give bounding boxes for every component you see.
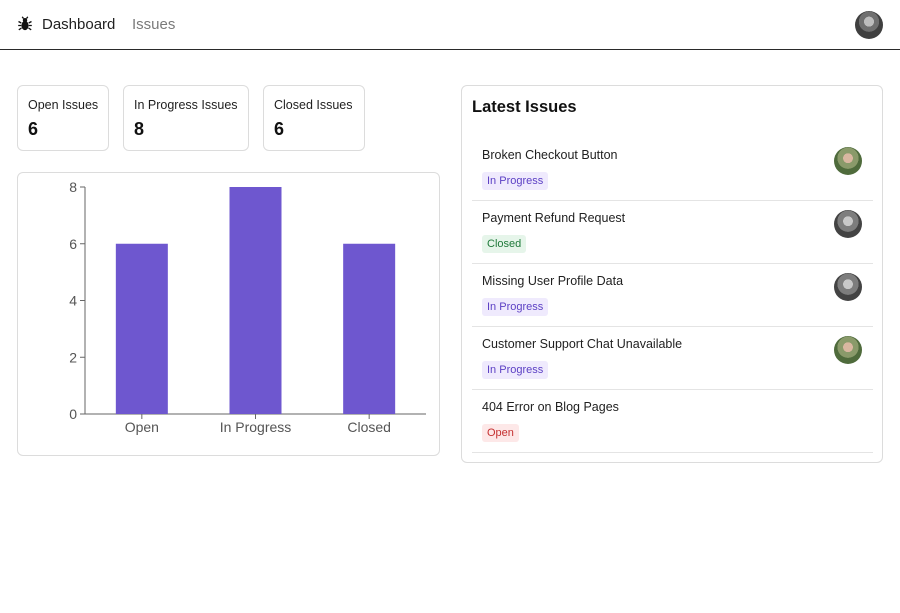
latest-issues-card: Latest Issues Broken Checkout Button In P… (461, 85, 883, 463)
top-navbar: Dashboard Issues (0, 0, 900, 50)
stat-label: Open Issues (28, 98, 99, 112)
status-badge: In Progress (482, 361, 549, 379)
y-tick-label: 6 (69, 236, 77, 252)
status-badge: In Progress (482, 172, 549, 190)
bar-in-progress (229, 187, 282, 414)
status-badge: Closed (482, 235, 527, 253)
stat-value: 6 (28, 119, 39, 139)
stat-label: In Progress Issues (134, 98, 238, 112)
assignee-avatar (834, 147, 862, 175)
status-badge: Open (482, 424, 519, 442)
issue-title-link[interactable]: Payment Refund Request (482, 211, 625, 225)
user-avatar[interactable] (855, 11, 883, 39)
stat-card-closed[interactable]: Closed Issues 6 (263, 85, 365, 151)
x-tick-label: Closed (347, 419, 391, 435)
x-tick-label: In Progress (220, 419, 292, 435)
stat-card-open[interactable]: Open Issues 6 (17, 85, 109, 151)
stat-label: Closed Issues (274, 98, 353, 112)
issues-bar-chart-card: 0 2 4 6 8 Open In Progress Closed (17, 172, 440, 456)
issue-row[interactable]: Missing User Profile Data In Progress (472, 264, 873, 327)
y-tick-label: 0 (69, 406, 77, 422)
status-badge: In Progress (482, 298, 549, 316)
issue-row[interactable]: Broken Checkout Button In Progress (472, 138, 873, 201)
stat-value: 6 (274, 119, 285, 139)
stat-card-in-progress[interactable]: In Progress Issues 8 (123, 85, 249, 151)
assignee-avatar (834, 336, 862, 364)
issue-title-link[interactable]: 404 Error on Blog Pages (482, 400, 619, 414)
latest-issues-title: Latest Issues (472, 98, 577, 116)
nav-link-dashboard[interactable]: Dashboard (42, 16, 115, 33)
issue-row[interactable]: Payment Refund Request Closed (472, 201, 873, 264)
bug-icon[interactable] (17, 16, 33, 32)
nav-link-issues[interactable]: Issues (132, 16, 175, 33)
x-tick-label: Open (125, 419, 159, 435)
y-tick-label: 8 (69, 179, 77, 195)
issue-title-link[interactable]: Broken Checkout Button (482, 148, 618, 162)
assignee-avatar (834, 210, 862, 238)
y-tick-label: 2 (69, 349, 77, 365)
issue-row[interactable]: Customer Support Chat Unavailable In Prog… (472, 327, 873, 390)
stat-value: 8 (134, 119, 145, 139)
bar-open (115, 243, 168, 414)
issues-bar-chart: 0 2 4 6 8 Open In Progress Closed (69, 179, 426, 435)
issue-title-link[interactable]: Customer Support Chat Unavailable (482, 337, 682, 351)
bar-closed (343, 243, 396, 414)
issue-row[interactable]: 404 Error on Blog Pages Open (472, 390, 873, 453)
assignee-avatar (834, 273, 862, 301)
y-tick-label: 4 (69, 293, 77, 309)
issue-title-link[interactable]: Missing User Profile Data (482, 274, 623, 288)
